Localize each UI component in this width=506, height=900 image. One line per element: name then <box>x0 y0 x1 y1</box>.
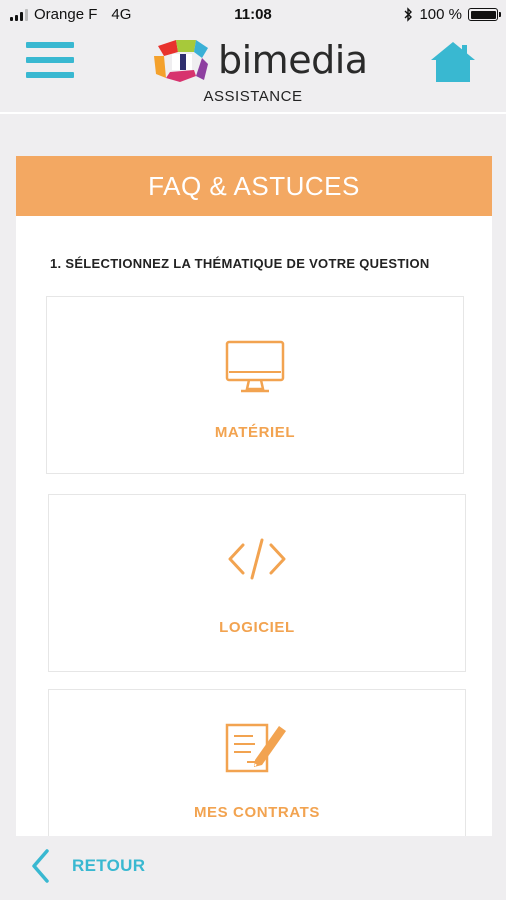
faq-card: FAQ & ASTUCES 1. SÉLECTIONNEZ LA THÉMATI… <box>16 156 492 836</box>
logo-mark-icon <box>154 40 208 82</box>
theme-label-materiel: MATÉRIEL <box>214 424 296 441</box>
contract-edit-icon <box>225 723 286 773</box>
theme-tile-materiel[interactable]: MATÉRIEL <box>46 296 464 474</box>
app-header: bimedia ASSISTANCE <box>0 30 506 114</box>
theme-label-logiciel: LOGICIEL <box>219 619 295 636</box>
instruction-text: 1. SÉLECTIONNEZ LA THÉMATIQUE DE VOTRE Q… <box>50 256 430 271</box>
back-button[interactable]: RETOUR <box>30 848 145 884</box>
theme-tile-contrats[interactable]: MES CONTRATS <box>48 689 466 836</box>
back-label: RETOUR <box>72 856 146 875</box>
home-icon[interactable] <box>430 40 476 84</box>
bimedia-logo: bimedia <box>150 36 368 86</box>
battery-label: 100 % <box>419 6 462 23</box>
chevron-left-icon <box>32 849 49 883</box>
battery-icon <box>468 8 501 21</box>
theme-label-contrats: MES CONTRATS <box>193 804 321 821</box>
hamburger-menu-icon[interactable] <box>26 42 74 82</box>
monitor-icon <box>225 340 285 393</box>
theme-tile-logiciel[interactable]: LOGICIEL <box>48 494 466 672</box>
header-subtitle: ASSISTANCE <box>203 88 303 105</box>
bluetooth-icon <box>404 7 413 22</box>
footer: RETOUR <box>0 836 506 900</box>
code-icon <box>228 538 286 580</box>
status-bar: Orange F 4G 11:08 100 % <box>0 0 506 30</box>
logo-text: bimedia <box>218 38 368 82</box>
status-right: 100 % <box>403 6 501 23</box>
card-title: FAQ & ASTUCES <box>16 156 492 216</box>
